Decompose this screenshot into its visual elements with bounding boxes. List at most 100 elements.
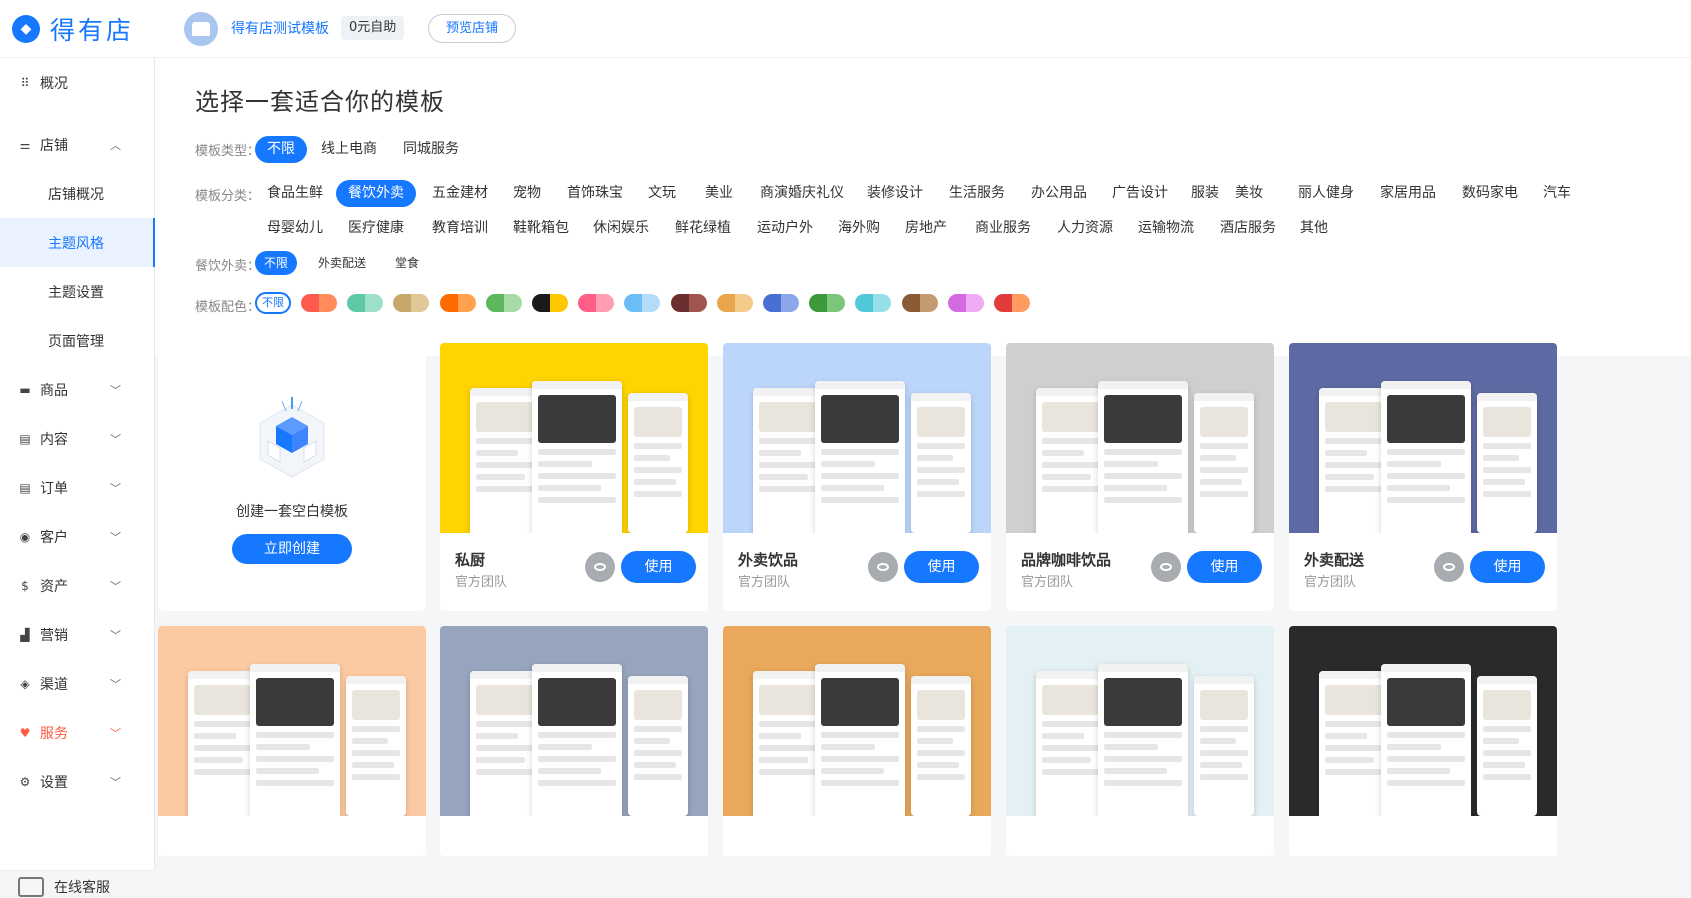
category-option[interactable]: 服装 (1191, 180, 1219, 207)
template-card[interactable]: 外卖饮品 官方团队 使用 (723, 343, 991, 611)
color-swatch[interactable] (301, 294, 337, 312)
template-thumbnail[interactable] (1289, 343, 1557, 533)
category-option[interactable]: 商演婚庆礼仪 (760, 180, 844, 207)
catering-option[interactable]: 堂食 (395, 251, 419, 278)
category-option[interactable]: 休闲娱乐 (593, 215, 649, 242)
sidebar-item-content[interactable]: ▤ 内容 ﹀ (0, 414, 155, 463)
template-thumbnail[interactable] (440, 343, 708, 533)
color-any-option[interactable]: 不限 (255, 292, 291, 314)
template-card[interactable]: 私厨 官方团队 使用 (440, 343, 708, 611)
use-template-button[interactable]: 使用 (1187, 551, 1262, 583)
template-thumbnail[interactable] (723, 626, 991, 816)
color-swatch[interactable] (901, 294, 938, 312)
use-template-button[interactable]: 使用 (1470, 551, 1545, 583)
sidebar-item-theme-style[interactable]: 主题风格 (0, 218, 155, 267)
category-option[interactable]: 鞋靴箱包 (513, 215, 569, 242)
create-now-button[interactable]: 立即创建 (232, 534, 352, 564)
category-option[interactable]: 汽车 (1543, 180, 1571, 207)
category-option[interactable]: 首饰珠宝 (567, 180, 623, 207)
sidebar-item-channels[interactable]: ◈ 渠道 ﹀ (0, 659, 155, 708)
category-option[interactable]: 房地产 (905, 215, 947, 242)
shop-avatar[interactable] (184, 12, 218, 46)
template-thumbnail[interactable] (440, 626, 708, 816)
color-swatch[interactable] (485, 294, 522, 312)
sidebar-item-overview[interactable]: ⠿ 概况 (0, 58, 155, 107)
catering-option[interactable]: 不限 (255, 251, 298, 275)
template-card[interactable]: 品牌咖啡饮品 官方团队 使用 (1006, 343, 1274, 611)
sidebar-item-marketing[interactable]: ▟ 营销 ﹀ (0, 610, 155, 659)
preview-shop-button[interactable]: 预览店铺 (428, 14, 516, 43)
category-option[interactable]: 人力资源 (1057, 215, 1113, 242)
sidebar-item-theme-settings[interactable]: 主题设置 (0, 267, 155, 316)
use-template-button[interactable]: 使用 (904, 551, 979, 583)
template-thumbnail[interactable] (1289, 626, 1557, 816)
color-swatch[interactable] (947, 294, 984, 312)
category-option[interactable]: 教育培训 (432, 215, 488, 242)
category-option[interactable]: 美业 (705, 180, 733, 207)
category-option[interactable]: 生活服务 (949, 180, 1005, 207)
category-option[interactable]: 广告设计 (1112, 180, 1168, 207)
color-swatch[interactable] (809, 294, 846, 312)
color-swatch[interactable] (670, 294, 707, 312)
color-swatch[interactable] (439, 294, 476, 312)
color-swatch[interactable] (624, 294, 661, 312)
template-thumbnail[interactable] (723, 343, 991, 533)
category-option[interactable]: 鲜花绿植 (675, 215, 731, 242)
color-swatch[interactable] (532, 294, 568, 312)
sidebar-item-page-management[interactable]: 页面管理 (0, 316, 155, 365)
category-option[interactable]: 数码家电 (1462, 180, 1518, 207)
type-option[interactable]: 线上电商 (321, 136, 377, 163)
sidebar-item-goods[interactable]: ▬ 商品 ﹀ (0, 365, 155, 414)
category-option[interactable]: 办公用品 (1031, 180, 1087, 207)
catering-option[interactable]: 外卖配送 (318, 251, 366, 278)
template-card[interactable] (1006, 626, 1274, 856)
sidebar-item-customers[interactable]: ◉ 客户 ﹀ (0, 512, 155, 561)
category-option[interactable]: 运输物流 (1138, 215, 1194, 242)
use-template-button[interactable]: 使用 (621, 551, 696, 583)
template-thumbnail[interactable] (158, 626, 426, 816)
template-thumbnail[interactable] (1006, 343, 1274, 533)
category-option[interactable]: 装修设计 (867, 180, 923, 207)
sidebar-item-store[interactable]: ⚌ 店铺 ︿ (0, 120, 155, 169)
online-service-button[interactable]: 在线客服 (0, 870, 155, 898)
category-option[interactable]: 丽人健身 (1298, 180, 1354, 207)
template-card[interactable] (158, 626, 426, 856)
category-option[interactable]: 海外购 (838, 215, 880, 242)
color-swatch[interactable] (578, 294, 615, 312)
type-option[interactable]: 同城服务 (403, 136, 459, 163)
sidebar-item-service[interactable]: ♥ 服务 ﹀ (0, 708, 155, 757)
category-option[interactable]: 美妆 (1235, 180, 1263, 207)
color-swatch[interactable] (347, 294, 384, 312)
category-option[interactable]: 商业服务 (975, 215, 1031, 242)
category-option[interactable]: 医疗健康 (348, 215, 404, 242)
sidebar-item-settings[interactable]: ⚙ 设置 ﹀ (0, 757, 155, 806)
category-option[interactable]: 其他 (1300, 215, 1328, 242)
shop-name[interactable]: 得有店测试模板 (231, 18, 329, 38)
app-logo[interactable]: ◆ 得有店 (12, 13, 134, 45)
preview-eye-icon[interactable] (1151, 552, 1181, 582)
category-option[interactable]: 运动户外 (757, 215, 813, 242)
category-option[interactable]: 食品生鲜 (267, 180, 323, 207)
color-swatch[interactable] (763, 294, 799, 312)
type-option[interactable]: 不限 (255, 136, 307, 163)
preview-eye-icon[interactable] (868, 552, 898, 582)
preview-eye-icon[interactable] (1434, 552, 1464, 582)
category-option[interactable]: 五金建材 (432, 180, 488, 207)
category-option[interactable]: 宠物 (513, 180, 541, 207)
template-card[interactable] (1289, 626, 1557, 856)
color-swatch[interactable] (393, 294, 430, 312)
template-thumbnail[interactable] (1006, 626, 1274, 816)
template-card[interactable] (723, 626, 991, 856)
sidebar-item-store-overview[interactable]: 店铺概况 (0, 169, 155, 218)
sidebar-item-assets[interactable]: $ 资产 ﹀ (0, 561, 155, 610)
template-card[interactable]: 外卖配送 官方团队 使用 (1289, 343, 1557, 611)
sidebar-item-orders[interactable]: ▤ 订单 ﹀ (0, 463, 155, 512)
template-card[interactable] (440, 626, 708, 856)
color-swatch[interactable] (716, 294, 753, 312)
category-option[interactable]: 家居用品 (1380, 180, 1436, 207)
category-option[interactable]: 母婴幼儿 (267, 215, 323, 242)
category-option[interactable]: 文玩 (648, 180, 676, 207)
preview-eye-icon[interactable] (585, 552, 615, 582)
color-swatch[interactable] (994, 294, 1030, 312)
color-swatch[interactable] (855, 294, 892, 312)
